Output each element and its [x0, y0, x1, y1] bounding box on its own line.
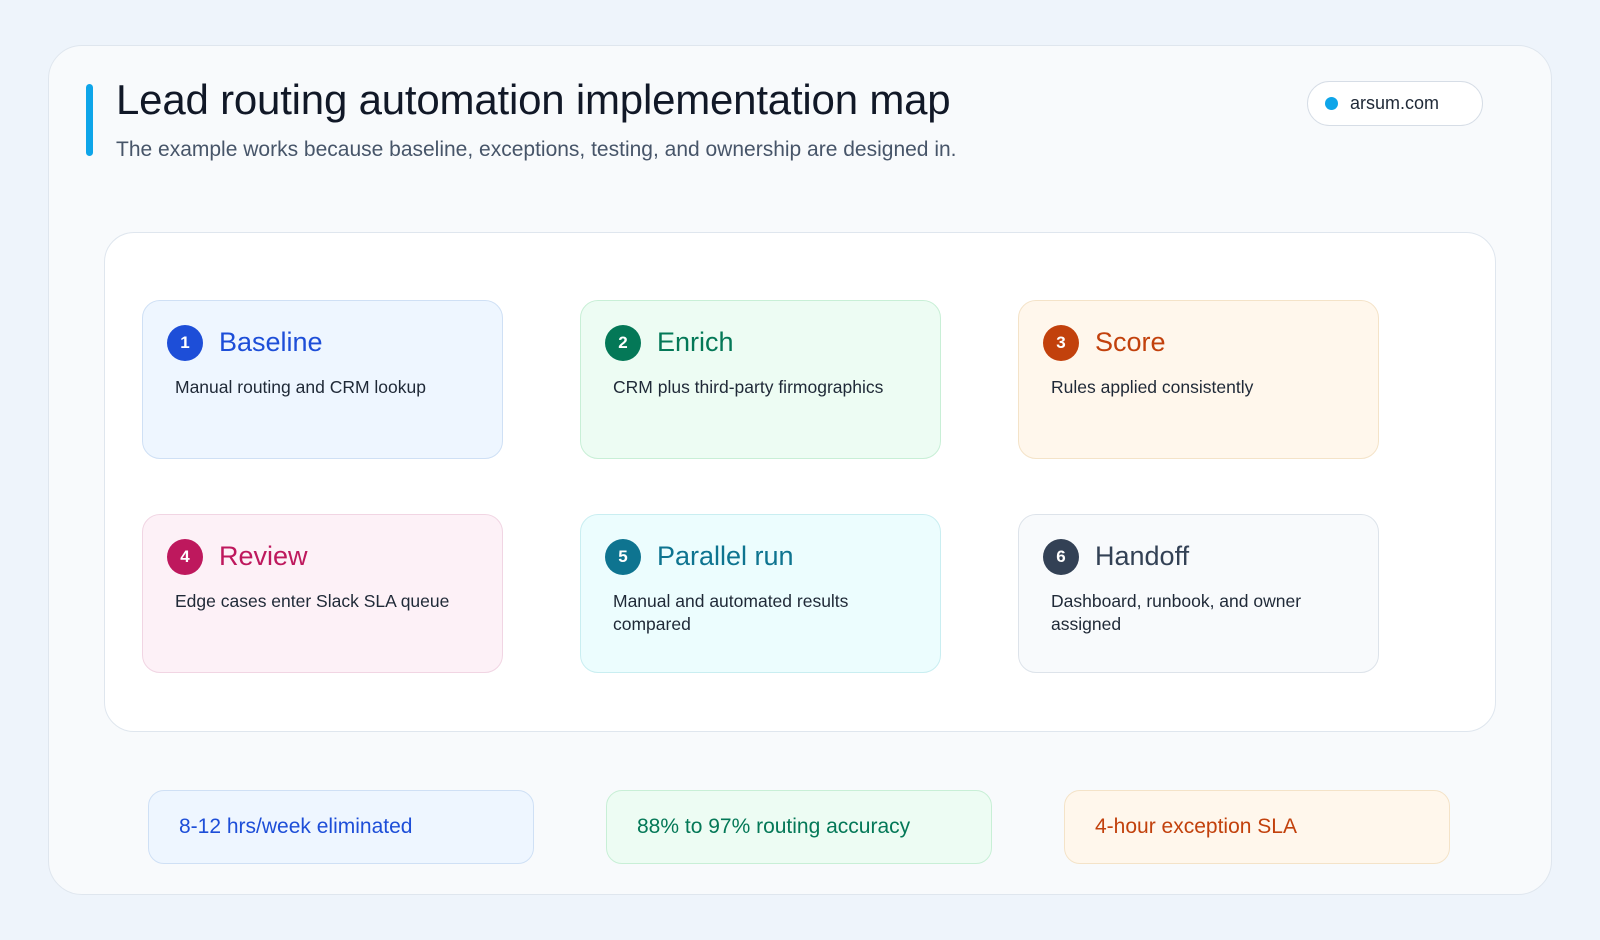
- step-number-badge: 6: [1043, 539, 1079, 575]
- step-description: Manual and automated results compared: [613, 591, 849, 634]
- site-badge: arsum.com: [1307, 81, 1483, 126]
- step-number-badge: 1: [167, 325, 203, 361]
- step-card-review: 4 Review Edge cases enter Slack SLA queu…: [142, 514, 503, 673]
- metric-exception-sla: 4-hour exception SLA: [1064, 790, 1450, 864]
- step-title: Parallel run: [657, 541, 794, 571]
- step-number-badge: 2: [605, 325, 641, 361]
- step-description: Edge cases enter Slack SLA queue: [175, 591, 450, 611]
- metric-routing-accuracy: 88% to 97% routing accuracy: [606, 790, 992, 864]
- page-title: Lead routing automation implementation m…: [116, 76, 951, 123]
- step-description: Rules applied consistently: [1051, 377, 1254, 397]
- step-title: Baseline: [219, 327, 323, 357]
- step-card-parallel-run: 5 Parallel run Manual and automated resu…: [580, 514, 941, 673]
- step-number-badge: 5: [605, 539, 641, 575]
- title-accent-bar: [86, 84, 93, 156]
- step-title: Review: [219, 541, 308, 571]
- step-title: Score: [1095, 327, 1166, 357]
- step-card-score: 3 Score Rules applied consistently: [1018, 300, 1379, 459]
- step-title: Handoff: [1095, 541, 1190, 571]
- metric-hours-saved: 8-12 hrs/week eliminated: [148, 790, 534, 864]
- step-title: Enrich: [657, 327, 734, 357]
- dot-icon: [1325, 97, 1338, 110]
- step-number-badge: 3: [1043, 325, 1079, 361]
- step-description: Dashboard, runbook, and owner assigned: [1051, 591, 1302, 634]
- step-card-baseline: 1 Baseline Manual routing and CRM lookup: [142, 300, 503, 459]
- step-description: Manual routing and CRM lookup: [175, 377, 426, 397]
- step-card-enrich: 2 Enrich CRM plus third-party firmograph…: [580, 300, 941, 459]
- site-badge-label: arsum.com: [1350, 93, 1440, 113]
- page-subtitle: The example works because baseline, exce…: [116, 138, 957, 161]
- step-number-badge: 4: [167, 539, 203, 575]
- step-description: CRM plus third-party firmographics: [613, 377, 884, 397]
- step-card-handoff: 6 Handoff Dashboard, runbook, and owner …: [1018, 514, 1379, 673]
